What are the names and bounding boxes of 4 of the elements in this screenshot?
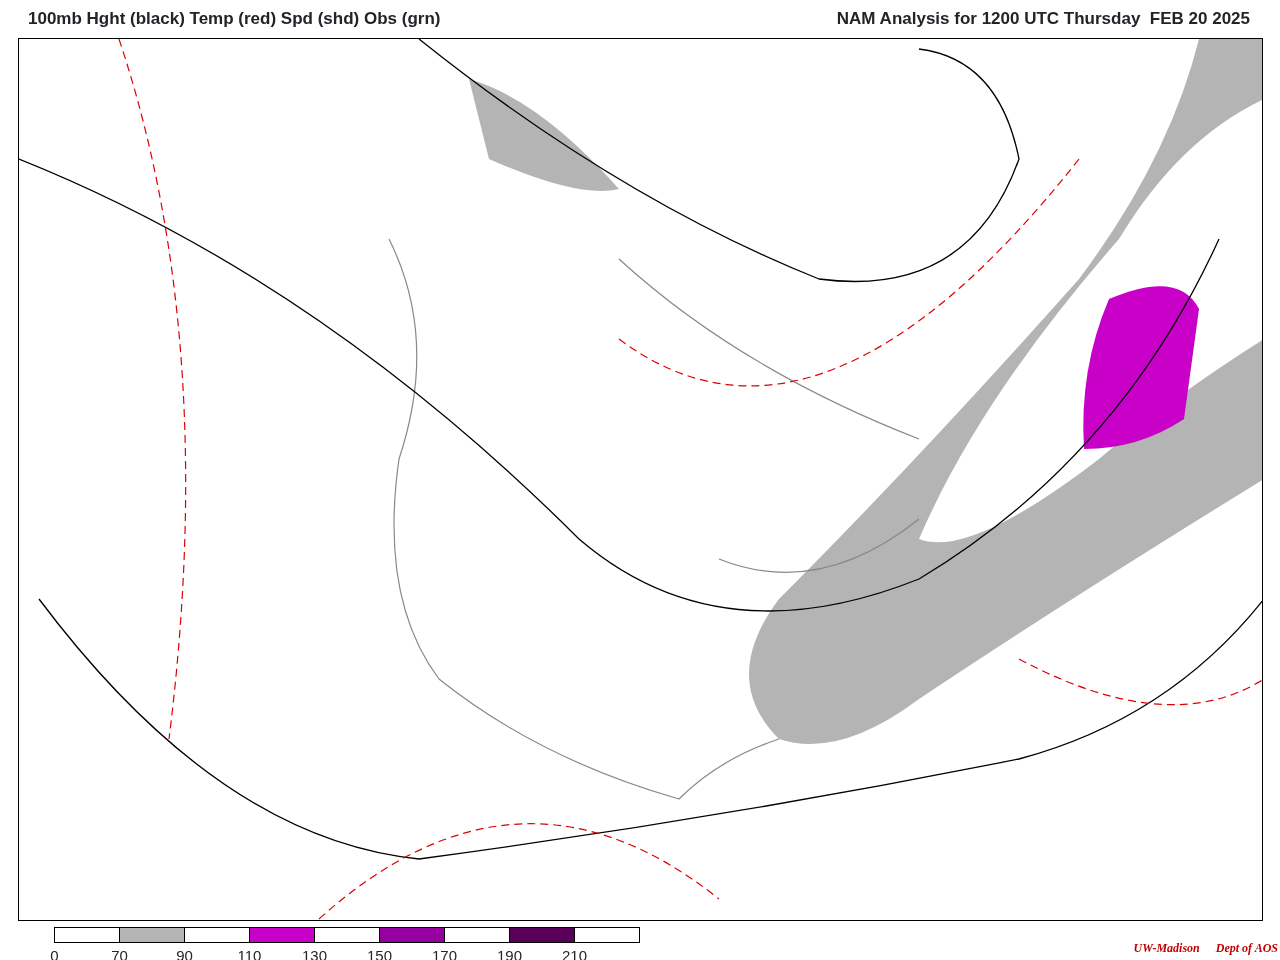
credit-text: Dept of AOS: [1215, 940, 1278, 957]
map-title: 100mb Hght (black) Temp (red) Spd (shd) Obs (grn): [28, 8, 441, 31]
credit-text: UW-Madison: [1133, 940, 1200, 957]
analysis-time: NAM Analysis for 1200 UTC Thursday FEB 20 2025: [836, 8, 1250, 31]
